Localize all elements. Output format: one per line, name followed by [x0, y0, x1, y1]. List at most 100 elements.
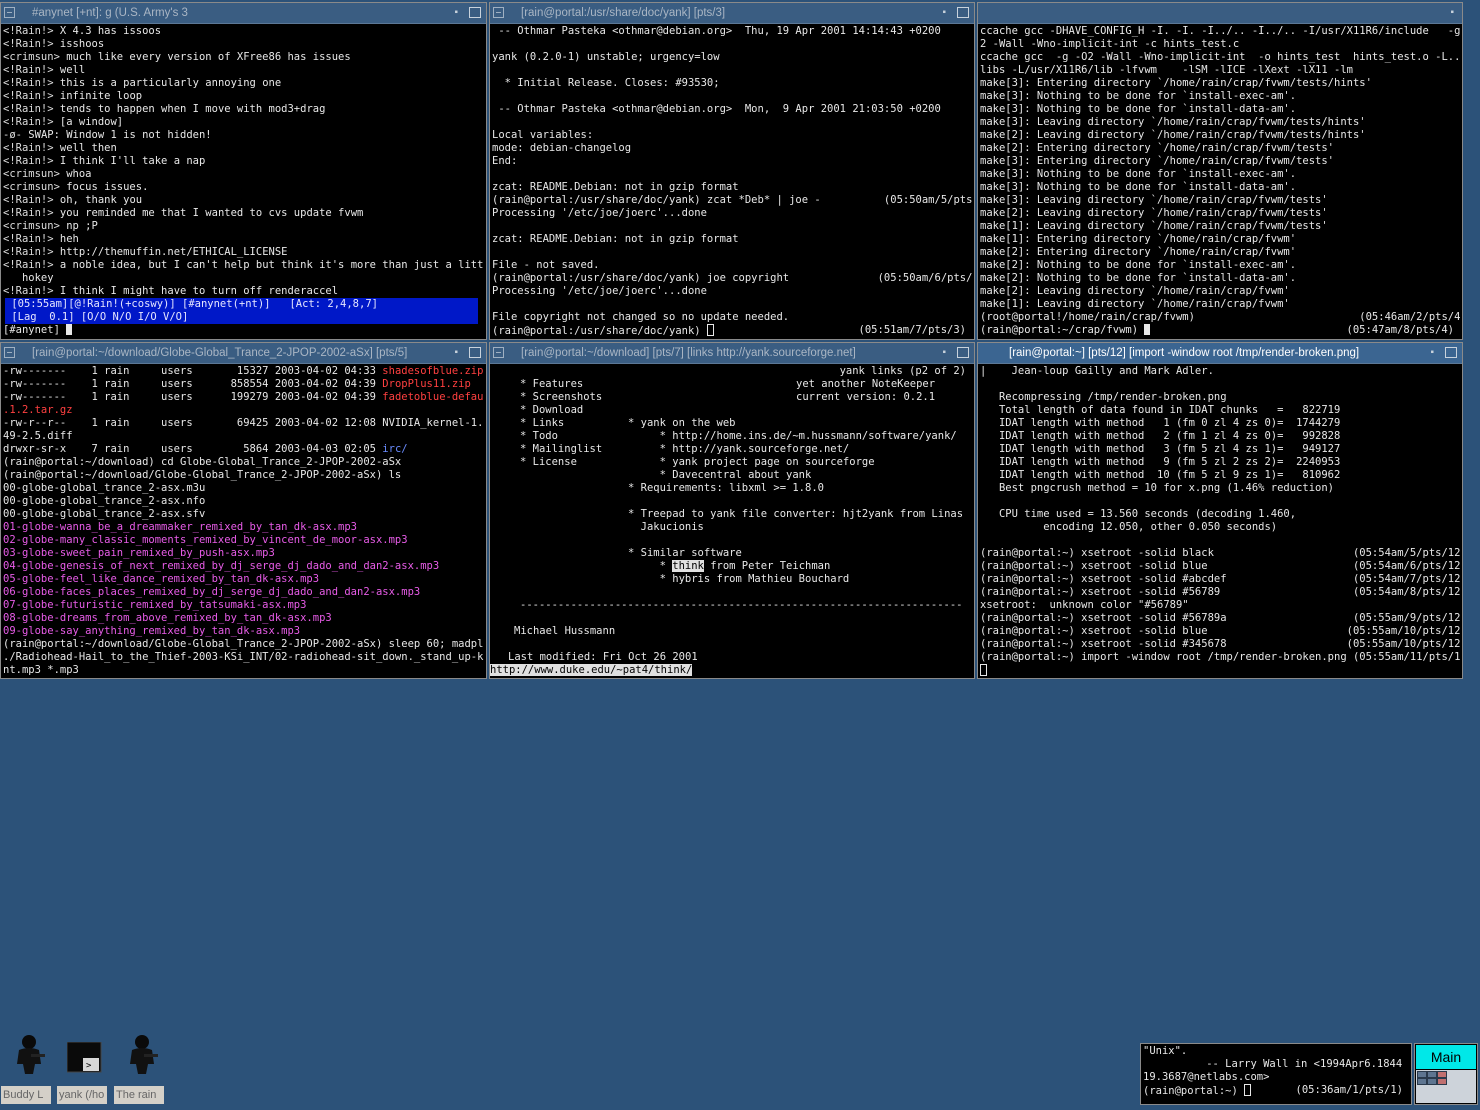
chat-text: hokey [3, 272, 54, 284]
nav-link[interactable]: * Mailinglist [520, 443, 602, 456]
icon-label: The rain [114, 1086, 164, 1104]
fortune-output[interactable]: "Unix". -- Larry Wall in <1994Apr6.1844 1… [1141, 1044, 1411, 1104]
terminal-line: -- Othmar Pasteka <othmar@debian.org> Mo… [492, 103, 941, 115]
changelog-window[interactable]: [rain@portal:/usr/share/doc/yank] [pts/3… [489, 2, 975, 340]
links-window[interactable]: [rain@portal:~/download] [pts/7] [links … [489, 342, 975, 679]
chat-text: you reminded me that I wanted to cvs upd… [59, 207, 364, 219]
listing-window[interactable]: [rain@portal:~/download/Globe-Global_Tra… [0, 342, 487, 679]
maximize-icon[interactable] [957, 347, 969, 358]
minimize-icon[interactable]: ▪ [1450, 3, 1454, 23]
nav-link[interactable]: * Screenshots [520, 391, 602, 404]
terminal-line: IDAT length with method 3 (fm 5 zl 4 zs … [980, 443, 1341, 455]
chat-text: oh, thank you [59, 194, 143, 206]
minimize-icon[interactable]: ▪ [1430, 343, 1434, 363]
terminal-line: End: [492, 155, 518, 167]
terminal-line: (rain@portal:~) xsetroot -solid blue (05… [980, 625, 1460, 637]
listing-text: -rw------- 1 rain users 858554 2003-04-0… [3, 378, 383, 390]
chat-text: well [59, 64, 86, 76]
changelog-terminal[interactable]: -- Othmar Pasteka <othmar@debian.org> Th… [490, 24, 974, 339]
maximize-icon[interactable] [469, 347, 481, 358]
nav-link[interactable]: * Todo [520, 430, 602, 443]
tagline-text: current version: 0.2.1 [796, 391, 936, 403]
links-titlebar[interactable]: [rain@portal:~/download] [pts/7] [links … [490, 343, 974, 364]
nav-link[interactable]: * Features [520, 378, 602, 391]
pager-mini-window [1437, 1078, 1447, 1085]
render-window[interactable]: [rain@portal:~] [pts/12] [import -window… [977, 342, 1463, 679]
terminal-line: -- Othmar Pasteka <othmar@debian.org> Th… [492, 25, 941, 37]
irc-titlebar[interactable]: #anynet [+nt]: g (U.S. Army's 3 ▪ [1, 3, 486, 24]
text-cursor [1244, 1084, 1252, 1096]
irc-status-line-1: [05:55am][@!Rain!(+coswy)] [#anynet(+nt)… [5, 298, 478, 311]
chat-text: much like every version of XFree86 has i… [66, 51, 351, 63]
minimize-icon[interactable]: ▪ [454, 3, 458, 23]
text-cursor [66, 324, 73, 335]
terminal-line: mode: debian-changelog [492, 142, 632, 154]
chat-nick: <!Rain!> [3, 142, 60, 154]
listing-titlebar[interactable]: [rain@portal:~/download/Globe-Global_Tra… [1, 343, 486, 364]
chat-message: <!Rain!> heh [3, 233, 484, 246]
changelog-titlebar[interactable]: [rain@portal:/usr/share/doc/yank] [pts/3… [490, 3, 974, 24]
nav-link[interactable]: * Links [520, 417, 602, 430]
page-text: * hybris from Mathieu Bouchard [628, 573, 850, 585]
build-terminal[interactable]: ccache gcc -DHAVE_CONFIG_H -I. -I. -I../… [978, 24, 1462, 339]
selected-link[interactable]: think [672, 560, 704, 572]
chat-text: tends to happen when I move with mod3+dr… [59, 103, 326, 115]
text-cursor [1144, 324, 1151, 335]
file-listing-line: 06-globe-faces_places_remixed_by_dj_serg… [3, 586, 484, 599]
terminal-line: Best pngcrush method = 10 for x.png (1.4… [980, 482, 1335, 494]
chat-text: np ;P [66, 220, 98, 232]
chat-nick: <!Rain!> [3, 233, 60, 245]
irc-terminal[interactable]: <!Rain!> X 4.3 has issoos <!Rain!> isshoo… [1, 24, 486, 339]
terminal-line: make[3]: Nothing to be done for `install… [980, 90, 1297, 102]
nav-link[interactable]: * Download [520, 404, 602, 417]
chat-nick: <!Rain!> [3, 207, 60, 219]
build-window[interactable]: ▪ ccache gcc -DHAVE_CONFIG_H -I. -I. -I.… [977, 2, 1463, 340]
terminal-output: ccache gcc -DHAVE_CONFIG_H -I. -I. -I../… [980, 25, 1460, 337]
window-menu-icon[interactable] [493, 347, 504, 358]
irc-input-line[interactable]: [#anynet] [3, 324, 484, 337]
file-listing-line: 07-globe-futuristic_remixed_by_tatsumaki… [3, 599, 484, 612]
minimize-icon[interactable]: ▪ [942, 3, 946, 23]
pager-mini-window [1417, 1071, 1427, 1078]
chat-message: <!Rain!> you reminded me that I wanted t… [3, 207, 484, 220]
minimize-icon[interactable]: ▪ [454, 343, 458, 363]
terminal-line: IDAT length with method 1 (fm 0 zl 4 zs … [980, 417, 1341, 429]
irc-window[interactable]: #anynet [+nt]: g (U.S. Army's 3 ▪ <!Rain… [0, 2, 487, 340]
links-browser[interactable]: yank links (p2 of 2) * Features * Screens… [490, 364, 974, 678]
pager-desk-label[interactable]: Main [1416, 1045, 1476, 1069]
listing-terminal[interactable]: -rw------- 1 rain users 15327 2003-04-02… [1, 364, 486, 678]
file-listing-line: 02-globe-many_classic_moments_remixed_by… [3, 534, 484, 547]
maximize-icon[interactable] [1445, 347, 1457, 358]
terminal-output: -- Othmar Pasteka <othmar@debian.org> Th… [492, 25, 972, 337]
desktop-pager[interactable]: Main [1414, 1043, 1478, 1105]
pager-mini-window [1437, 1071, 1447, 1078]
window-menu-icon[interactable] [4, 347, 15, 358]
page-text: * think from Peter Teichman [628, 560, 963, 573]
chat-text: I think I'll take a nap [59, 155, 206, 167]
terminal-line: Total length of data found in IDAT chunk… [980, 404, 1341, 416]
chat-nick: <!Rain!> [3, 38, 60, 50]
nav-link[interactable]: * License [520, 456, 602, 469]
maximize-icon[interactable] [957, 7, 969, 18]
fortune-terminal[interactable]: "Unix". -- Larry Wall in <1994Apr6.1844 1… [1140, 1043, 1412, 1105]
pager-desk-view[interactable] [1416, 1070, 1476, 1103]
prompt-timestamp: (05:47am/8/pts/4) [1346, 324, 1454, 336]
file-listing-line: (rain@portal:~/download/Globe-Global_Tra… [3, 638, 484, 651]
render-terminal[interactable]: | Jean-loup Gailly and Mark Adler. Recom… [978, 364, 1462, 678]
page-text: * yank project page on sourceforge [628, 456, 875, 468]
terminal-line: ccache gcc -DHAVE_CONFIG_H -I. -I. -I../… [980, 25, 1460, 37]
minimize-icon[interactable]: ▪ [942, 343, 946, 363]
window-menu-icon[interactable] [4, 7, 15, 18]
listing-text: 49-2.5.diff [3, 430, 73, 442]
build-titlebar[interactable]: ▪ [978, 3, 1462, 24]
terminal-line: make[2]: Entering directory `/home/rain/… [980, 246, 1297, 258]
maximize-icon[interactable] [469, 7, 481, 18]
icon-label: yank (/ho [57, 1086, 107, 1104]
render-titlebar[interactable]: [rain@portal:~] [pts/12] [import -window… [978, 343, 1462, 364]
window-menu-icon[interactable] [493, 7, 504, 18]
file-listing-line: drwxr-sr-x 7 rain users 5864 2003-04-03 … [3, 443, 484, 456]
